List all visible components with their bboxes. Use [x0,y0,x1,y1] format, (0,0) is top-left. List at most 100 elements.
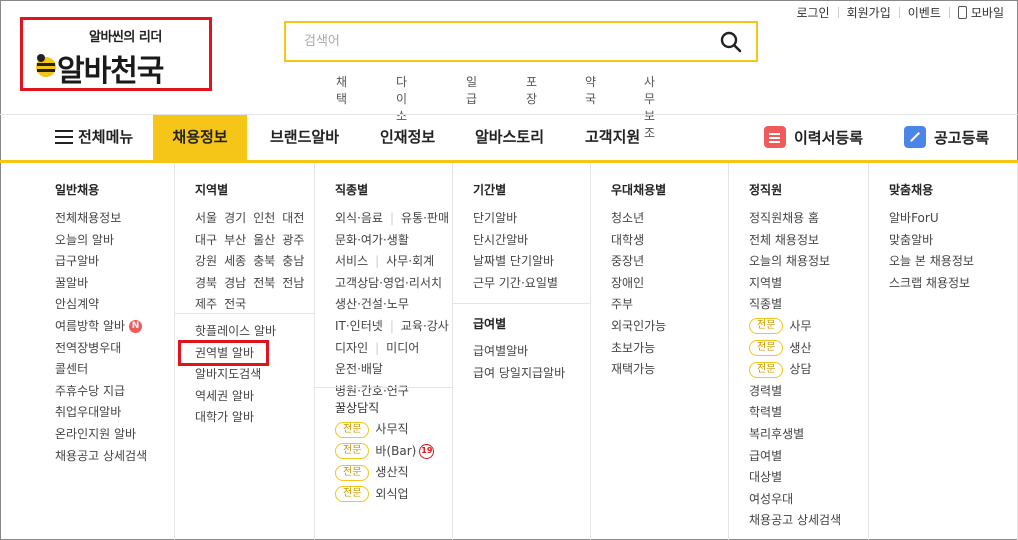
menu-link[interactable]: 전문 사무 [749,318,841,340]
menu-link[interactable]: 유통·판매 [401,210,449,226]
region-link[interactable]: 충남 [282,253,304,269]
menu-link[interactable]: 날짜별 단기알바 [473,253,558,275]
menu-link[interactable]: 꿀알바 [55,275,147,297]
menu-link[interactable]: 장애인 [611,275,666,297]
menu-link[interactable]: 생산·건설·노무 [335,296,409,312]
region-link[interactable]: 제주 [195,296,217,312]
post-register-button[interactable]: 공고등록 [904,123,989,151]
menu-link[interactable]: 직종별 [749,296,841,318]
menu-link[interactable]: 재택가능 [611,361,666,383]
signup-link[interactable]: 회원가입 [847,4,891,21]
menu-link[interactable]: 오늘 본 채용정보 [889,253,974,275]
menu-link[interactable]: 맞춤알바 [889,232,974,254]
menu-link[interactable]: 청소년 [611,210,666,232]
menu-link[interactable]: 문화·여가·생활 [335,232,409,248]
menu-link[interactable]: 근무 기간·요일별 [473,275,558,297]
menu-link[interactable]: 알바ForU [889,210,974,232]
region-link[interactable]: 경남 [224,275,246,291]
menu-link[interactable]: 급구알바 [55,253,147,275]
region-link[interactable]: 대구 [195,232,217,248]
nav-tab-talent[interactable]: 인재정보 [380,115,435,160]
resume-register-button[interactable]: 이력서등록 [764,123,863,151]
region-link[interactable]: 경북 [195,275,217,291]
menu-link[interactable]: 오늘의 채용정보 [749,253,841,275]
region-link[interactable]: 세종 [224,253,246,269]
region-link[interactable]: 광주 [282,232,304,248]
event-link[interactable]: 이벤트 [908,4,941,21]
menu-link[interactable]: 사무·회계 [386,253,434,269]
region-link[interactable]: 강원 [195,253,217,269]
keyword-link[interactable]: 포장 [526,73,537,107]
menu-link[interactable]: 전체채용정보 [55,210,147,232]
menu-link[interactable]: 전문 외식업 [335,486,434,508]
menu-link[interactable]: 미디어 [386,340,419,356]
keyword-link[interactable]: 일급 [466,73,477,107]
menu-link[interactable]: 취업우대알바 [55,404,147,426]
menu-link[interactable]: 채용공고 상세검색 [749,512,841,534]
keyword-link[interactable]: 약국 [585,73,596,107]
region-link[interactable]: 인천 [253,210,275,226]
menu-link[interactable]: 채용공고 상세검색 [55,448,147,470]
menu-link[interactable]: 주휴수당 지급 [55,383,147,405]
menu-link[interactable]: 급여별 [749,448,841,470]
search-input[interactable] [286,23,706,60]
menu-link[interactable]: 전문 생산직 [335,464,434,486]
menu-link[interactable]: 전역장병우대 [55,340,147,362]
region-link[interactable]: 전국 [224,296,246,312]
menu-link[interactable]: 병원·간호·연구 [335,383,409,399]
login-link[interactable]: 로그인 [796,4,829,21]
region-link[interactable]: 전북 [253,275,275,291]
menu-link[interactable]: 단기알바 [473,210,558,232]
region-link[interactable]: 대전 [282,210,304,226]
menu-link[interactable]: 대상별 [749,469,841,491]
menu-link[interactable]: 단시간알바 [473,232,558,254]
region-link[interactable]: 울산 [253,232,275,248]
menu-link[interactable]: 전문 상담 [749,361,841,383]
menu-link[interactable]: 경력별 [749,383,841,405]
menu-link[interactable]: 학력별 [749,404,841,426]
all-menu-button[interactable]: 전체메뉴 [78,115,133,160]
menu-link[interactable]: 운전·배달 [335,361,383,377]
menu-link-summer[interactable]: 여름방학 알바 N [55,318,147,340]
keyword-link[interactable]: 채택 [336,73,347,107]
menu-link[interactable]: 교육·강사 [401,318,449,334]
menu-link[interactable]: 지역별 [749,275,841,297]
menu-link[interactable]: 디자인 [335,340,368,356]
menu-link[interactable]: 알바지도검색 [195,366,276,388]
nav-tab-story[interactable]: 알바스토리 [475,115,544,160]
region-link[interactable]: 서울 [195,210,217,226]
search-icon[interactable] [720,31,742,53]
logo-highlight-box[interactable]: 알바씬의 리더 알바천국 [20,17,212,91]
menu-link[interactable]: 전문 생산 [749,340,841,362]
menu-link[interactable]: 초보가능 [611,340,666,362]
menu-link[interactable]: 전문 사무직 [335,421,434,443]
menu-link[interactable]: 여성우대 [749,491,841,513]
menu-link[interactable]: 역세권 알바 [195,388,276,410]
menu-link[interactable]: 대학생 [611,232,666,254]
region-link[interactable]: 부산 [224,232,246,248]
menu-link[interactable]: 정직원채용 홈 [749,210,841,232]
nav-tab-brand[interactable]: 브랜드알바 [270,115,339,160]
menu-link[interactable]: IT·인터넷 [335,318,383,334]
menu-link[interactable]: 콜센터 [55,361,147,383]
menu-link[interactable]: 스크랩 채용정보 [889,275,974,297]
menu-link[interactable]: 전체 채용정보 [749,232,841,254]
menu-link[interactable]: 서비스 [335,253,368,269]
menu-link[interactable]: 오늘의 알바 [55,232,147,254]
menu-link[interactable]: 복리후생별 [749,426,841,448]
menu-link[interactable]: 안심계약 [55,296,147,318]
menu-link[interactable]: 온라인지원 알바 [55,426,147,448]
region-link[interactable]: 경기 [224,210,246,226]
menu-link[interactable]: 중장년 [611,253,666,275]
mobile-link[interactable]: 모바일 [971,4,1004,21]
menu-link[interactable]: 급여별알바 [473,343,565,365]
nav-tab-support[interactable]: 고객지원 [585,115,640,160]
menu-link[interactable]: 전문 바(Bar) 19 [335,443,435,465]
nav-tab-jobs[interactable]: 채용정보 [153,115,247,160]
menu-link[interactable]: 외국인가능 [611,318,666,340]
menu-link[interactable]: 급여 당일지급알바 [473,365,565,387]
hamburger-menu-icon[interactable] [55,130,73,144]
region-link[interactable]: 전남 [282,275,304,291]
region-link[interactable]: 충북 [253,253,275,269]
menu-link[interactable]: 외식·음료 [335,210,383,226]
